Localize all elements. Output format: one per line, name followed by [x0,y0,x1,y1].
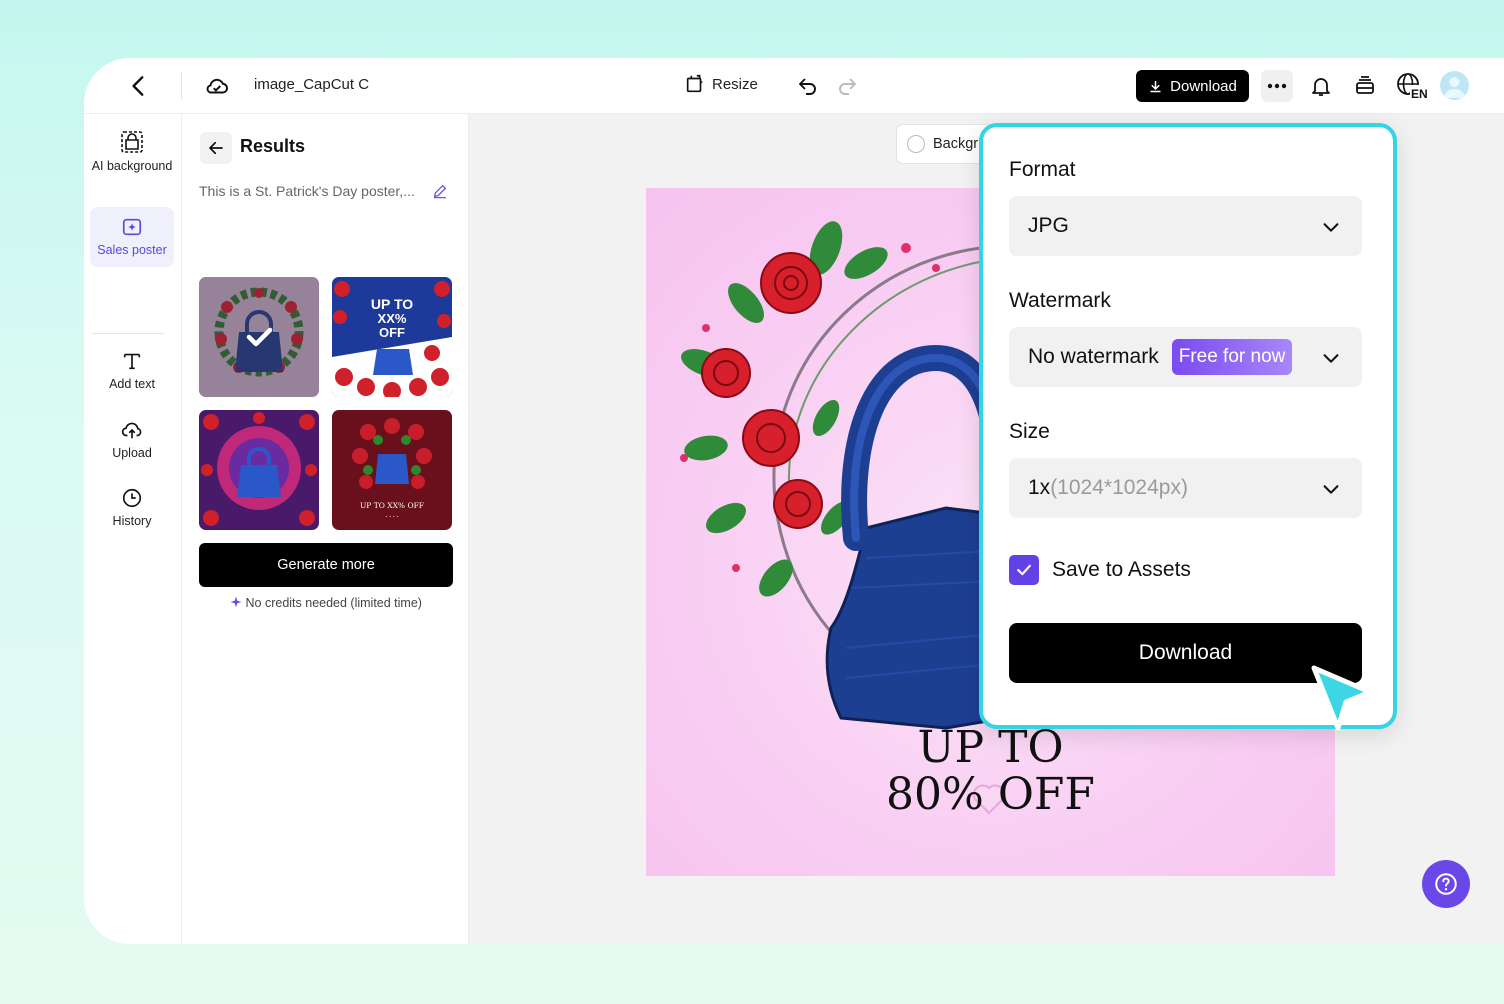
save-to-assets-checkbox[interactable] [1009,555,1039,585]
save-to-assets-label: Save to Assets [1052,558,1191,581]
header-download-label: Download [1170,77,1237,95]
history-icon [122,488,142,508]
watermark-label: Watermark [1009,289,1111,312]
background-radio [907,135,925,153]
top-bar: image_CapCut C Resize Download EN [84,58,1504,114]
more-dots-icon [1267,83,1287,89]
avatar[interactable] [1440,71,1469,100]
size-label: Size [1009,420,1050,443]
size-detail: (1024*1024px) [1050,476,1188,499]
thumbnail-image [199,410,319,530]
text-icon [123,353,141,370]
sales-poster-icon [122,218,142,236]
format-value: JPG [1028,214,1069,237]
credits-note-text: No credits needed (limited time) [245,596,422,610]
result-thumbnail-1[interactable] [199,277,319,397]
background-label: Backgr [933,136,979,152]
format-select[interactable]: JPG [1009,196,1362,256]
ai-background-icon [121,131,143,153]
poster-headline-line1: UP TO [917,722,1064,773]
resize-icon [686,74,703,93]
language-button[interactable]: EN [1396,72,1428,101]
result-thumbnail-4[interactable]: UP TO XX% OFF • • • • [332,410,452,530]
arrow-left-icon [209,141,223,155]
nav-ai-background[interactable]: AI background [90,130,174,174]
free-badge: Free for now [1171,339,1293,375]
nav-add-text[interactable]: Add text [90,350,174,392]
globe-icon: EN [1397,73,1428,101]
nav-upload[interactable]: Upload [90,419,174,461]
thumbnail-image: UP TO XX% OFF [332,277,452,397]
format-label: Format [1009,158,1076,181]
prompt-text: This is a St. Patrick's Day poster,... [199,183,415,199]
credits-note: No credits needed (limited time) [199,596,453,610]
svg-text:OFF: OFF [379,325,405,340]
nav-history[interactable]: History [90,487,174,529]
question-icon [1435,873,1457,895]
help-button[interactable] [1422,860,1470,908]
results-title: Results [240,136,306,156]
nav-upload-label: Upload [112,446,152,460]
size-value: 1x [1028,476,1051,499]
resize-label: Resize [712,75,758,93]
results-panel: Results This is a St. Patrick's Day post… [182,114,469,944]
nav-sales-poster[interactable]: Sales poster [90,207,174,267]
cloud-sync-icon[interactable] [204,73,230,99]
svg-text:UP TO XX% OFF: UP TO XX% OFF [360,501,424,510]
language-code: EN [1411,87,1428,100]
size-select[interactable]: 1x (1024*1024px) [1009,458,1362,518]
redo-icon[interactable] [835,74,859,98]
user-avatar-icon [1444,77,1465,98]
nav-separator [92,333,164,334]
svg-text:• • • •: • • • • [385,514,398,519]
poster-headline-line2: 80% OFF [886,769,1095,820]
left-nav: AI background Sales poster Add text Uplo… [84,114,182,944]
chevron-down-icon [1323,354,1339,363]
nav-ai-background-label: AI background [91,159,173,173]
layers-icon[interactable] [1353,74,1377,98]
divider [181,72,182,100]
watermark-value: No watermark [1028,345,1159,368]
watermark-select[interactable]: No watermark Free for now [1009,327,1362,387]
download-button[interactable]: Download [1009,623,1362,683]
header-download-button[interactable]: Download [1136,70,1249,102]
upload-icon [121,422,142,439]
nav-add-text-label: Add text [109,377,155,391]
file-title[interactable]: image_CapCut C [254,76,369,93]
edit-pencil-icon[interactable] [432,183,448,199]
more-options-button[interactable] [1261,70,1293,102]
result-thumbnail-3[interactable] [199,410,319,530]
nav-sales-poster-label: Sales poster [97,243,167,257]
sparkle-icon [230,596,242,608]
chevron-down-icon [1323,223,1339,232]
back-arrow-icon[interactable] [126,73,152,99]
generate-more-button[interactable]: Generate more [199,543,453,587]
bell-icon[interactable] [1309,74,1333,98]
svg-text:XX%: XX% [378,311,407,326]
undo-icon[interactable] [796,74,820,98]
download-popover: Format JPG Watermark No watermark Free f… [979,123,1397,729]
results-back-button[interactable] [200,132,232,164]
download-icon [1150,80,1161,92]
resize-button[interactable]: Resize [684,73,758,95]
result-thumbnail-2[interactable]: UP TO XX% OFF [332,277,452,397]
thumbnail-image: UP TO XX% OFF • • • • [332,410,452,530]
save-to-assets-row[interactable]: Save to Assets [1009,555,1191,585]
check-icon [1017,564,1031,576]
nav-history-label: History [112,514,152,528]
chevron-down-icon [1323,485,1339,494]
svg-text:UP TO: UP TO [371,296,413,312]
thumbnail-image [199,277,319,397]
